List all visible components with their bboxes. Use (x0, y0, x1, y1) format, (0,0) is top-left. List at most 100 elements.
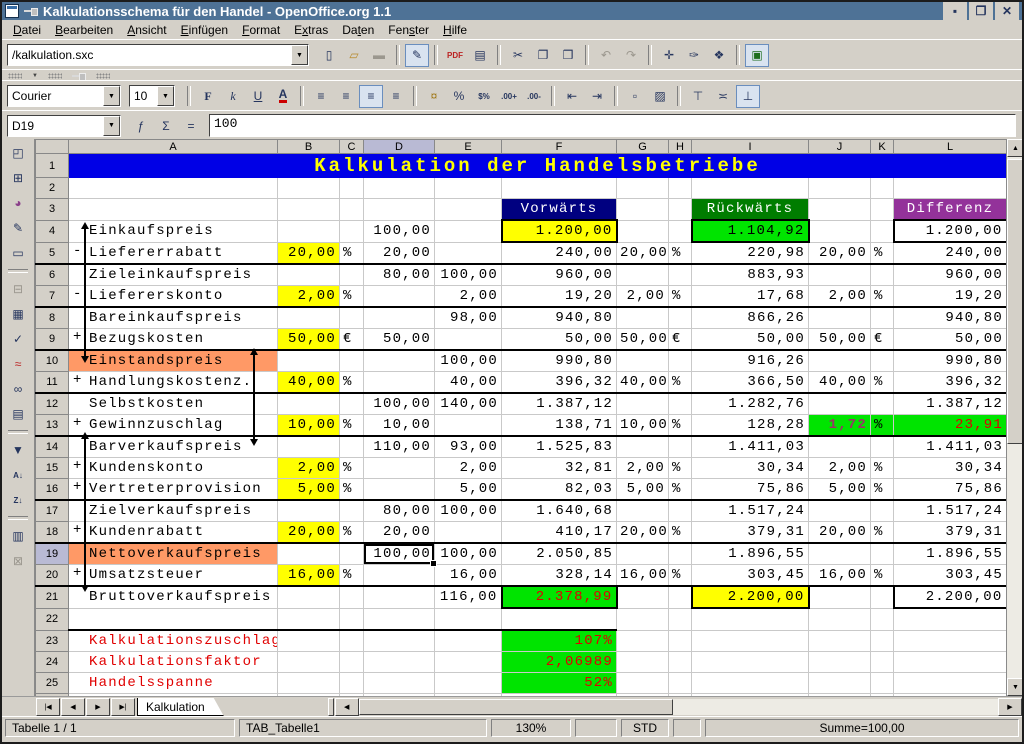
cell-G8[interactable] (617, 307, 669, 329)
cell-F25[interactable]: 52% (502, 673, 617, 694)
cell-H18[interactable]: % (669, 522, 692, 544)
cell-L4[interactable]: 1.200,00 (894, 220, 1007, 242)
cell-C15[interactable]: % (340, 458, 364, 479)
cell-J11[interactable]: 40,00 (809, 372, 871, 394)
font-name-dropdown-icon[interactable]: ▼ (103, 86, 120, 106)
cell-F15[interactable]: 32,81 (502, 458, 617, 479)
row-header-1[interactable]: 1 (36, 154, 69, 178)
cell-E22[interactable] (435, 608, 502, 630)
cell-I23[interactable] (692, 630, 809, 652)
toolbar-pin-icon[interactable] (72, 72, 86, 80)
cell-E8[interactable]: 98,00 (435, 307, 502, 329)
cell-B15[interactable]: 2,00 (278, 458, 340, 479)
cell-H16[interactable]: % (669, 479, 692, 501)
cell-A25[interactable]: Handelsspanne (69, 673, 278, 694)
cell-I13[interactable]: 128,28 (692, 415, 809, 437)
cell-A19[interactable]: Nettoverkaufspreis (69, 543, 278, 565)
column-header-B[interactable]: B (278, 140, 340, 154)
cell-A21[interactable]: Bruttoverkaufspreis (69, 586, 278, 608)
row-header-18[interactable]: 18 (36, 522, 69, 544)
font-color-button[interactable]: A (271, 85, 295, 108)
row-header-6[interactable]: 6 (36, 264, 69, 286)
cell-I16[interactable]: 75,86 (692, 479, 809, 501)
italic-button[interactable]: k (221, 85, 245, 108)
cell-D18[interactable]: 20,00 (364, 522, 435, 544)
find-replace-icon[interactable]: ∞ (5, 377, 31, 401)
borders-button[interactable]: ▫ (623, 85, 647, 108)
cell-B3[interactable] (278, 199, 340, 221)
cell-L6[interactable]: 960,00 (894, 264, 1007, 286)
cell-D24[interactable] (364, 652, 435, 673)
cell-G5[interactable]: 20,00 (617, 242, 669, 264)
cell-K23[interactable] (871, 630, 894, 652)
increase-indent-button[interactable]: ⇥ (585, 85, 609, 108)
cell-J5[interactable]: 20,00 (809, 242, 871, 264)
cell-K11[interactable]: % (871, 372, 894, 394)
cell-K15[interactable]: % (871, 458, 894, 479)
toolbar-collapse-arrow-icon[interactable]: ▼ (32, 73, 38, 79)
cell-reference-box[interactable]: D19 ▼ (7, 115, 121, 137)
cell-A7[interactable]: -Liefererskonto (69, 286, 278, 308)
scroll-left-icon[interactable]: ◀ (335, 698, 359, 716)
font-size-dropdown-icon[interactable]: ▼ (157, 86, 174, 106)
cell-G6[interactable] (617, 264, 669, 286)
cell-F5[interactable]: 240,00 (502, 242, 617, 264)
cell-H13[interactable]: % (669, 415, 692, 437)
column-header-G[interactable]: G (617, 140, 669, 154)
column-header-H[interactable]: H (669, 140, 692, 154)
cell-A11[interactable]: +Handlungskostenz. (69, 372, 278, 394)
cell-I17[interactable]: 1.517,24 (692, 500, 809, 522)
equals-icon[interactable]: = (179, 114, 203, 137)
edit-file-icon[interactable]: ✎ (405, 44, 429, 67)
cell-J21[interactable] (809, 586, 871, 608)
cell-D19[interactable]: 100,00 (364, 543, 435, 565)
cell-G25[interactable] (617, 673, 669, 694)
cell-C20[interactable]: % (340, 565, 364, 587)
cell-F3[interactable]: Vorwärts (502, 199, 617, 221)
cell-F24[interactable]: 2,06989 (502, 652, 617, 673)
function-wizard-icon[interactable]: ƒ (129, 114, 153, 137)
cell-C25[interactable] (340, 673, 364, 694)
cell-E24[interactable] (435, 652, 502, 673)
toolbar-grip[interactable] (96, 73, 110, 79)
cell-H8[interactable] (669, 307, 692, 329)
cell-H25[interactable] (669, 673, 692, 694)
cell-J9[interactable]: 50,00 (809, 329, 871, 351)
cell-D15[interactable] (364, 458, 435, 479)
last-sheet-button[interactable]: ▶| (111, 698, 135, 716)
column-header-I[interactable]: I (692, 140, 809, 154)
cell-K18[interactable]: % (871, 522, 894, 544)
cell-E9[interactable] (435, 329, 502, 351)
cell-H6[interactable] (669, 264, 692, 286)
cell-D10[interactable] (364, 350, 435, 372)
cell-J16[interactable]: 5,00 (809, 479, 871, 501)
cell-L21[interactable]: 2.200,00 (894, 586, 1007, 608)
cell-C2[interactable] (340, 178, 364, 199)
cell-C3[interactable] (340, 199, 364, 221)
cell-E12[interactable]: 140,00 (435, 393, 502, 415)
cell-E2[interactable] (435, 178, 502, 199)
scroll-up-icon[interactable]: ▲ (1007, 139, 1024, 157)
cell-L20[interactable]: 303,45 (894, 565, 1007, 587)
cell-D25[interactable] (364, 673, 435, 694)
cell-E21[interactable]: 116,00 (435, 586, 502, 608)
number-format-standard-button[interactable]: $% (472, 85, 496, 108)
cell-E15[interactable]: 2,00 (435, 458, 502, 479)
cell-H17[interactable] (669, 500, 692, 522)
cell-D20[interactable] (364, 565, 435, 587)
font-size-combobox[interactable]: 10 ▼ (129, 85, 175, 107)
row-header-13[interactable]: 13 (36, 415, 69, 437)
column-header-K[interactable]: K (871, 140, 894, 154)
url-dropdown-icon[interactable]: ▼ (291, 45, 308, 65)
cell-F21[interactable]: 2.378,99 (502, 586, 617, 608)
cell-B2[interactable] (278, 178, 340, 199)
cell-C21[interactable] (340, 586, 364, 608)
cell-H5[interactable]: % (669, 242, 692, 264)
number-format-currency-button[interactable]: ¤ (422, 85, 446, 108)
cell-I20[interactable]: 303,45 (692, 565, 809, 587)
row-header-4[interactable]: 4 (36, 220, 69, 242)
insert-chart-icon[interactable]: ◕ (5, 191, 31, 215)
cell-A18[interactable]: +Kundenrabatt (69, 522, 278, 544)
status-insert-mode[interactable] (575, 719, 617, 737)
align-right-button[interactable]: ≡ (359, 85, 383, 108)
